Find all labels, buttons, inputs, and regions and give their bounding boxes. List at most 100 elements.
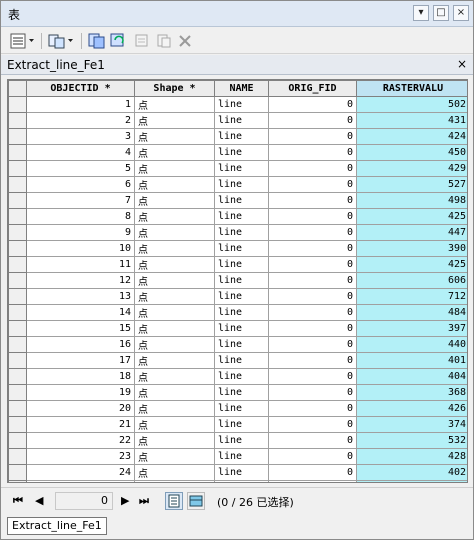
- cell-orig-fid[interactable]: 0: [268, 176, 357, 193]
- cell-objectid[interactable]: 7: [26, 192, 135, 209]
- table-row[interactable]: 25点line0429: [8, 480, 467, 482]
- close-icon[interactable]: ×: [457, 57, 467, 71]
- cell-shape[interactable]: 点: [134, 240, 215, 257]
- cell-objectid[interactable]: 2: [26, 112, 135, 129]
- cell-name[interactable]: line: [214, 416, 269, 433]
- row-selector[interactable]: [8, 448, 27, 465]
- cell-objectid[interactable]: 5: [26, 160, 135, 177]
- row-selector[interactable]: [8, 96, 27, 113]
- zoom-to-selected-icon[interactable]: [155, 32, 173, 50]
- current-record-field[interactable]: 0: [55, 492, 113, 510]
- cell-name[interactable]: line: [214, 320, 269, 337]
- cell-name[interactable]: line: [214, 208, 269, 225]
- close-icon[interactable]: ×: [453, 5, 469, 21]
- cell-rastervalu[interactable]: 397: [356, 320, 467, 337]
- table-row[interactable]: 11 点 line 0 425: [8, 256, 467, 273]
- cell-orig-fid[interactable]: 0: [268, 96, 357, 113]
- table-row[interactable]: 8 点 line 0 425: [8, 208, 467, 225]
- cell-objectid[interactable]: 10: [26, 240, 135, 257]
- cell-shape[interactable]: 点: [134, 224, 215, 241]
- table-row[interactable]: 17 点 line 0 401: [8, 352, 467, 369]
- table-tab-title[interactable]: Extract_line_Fe1: [7, 58, 105, 72]
- cell-objectid[interactable]: 20: [26, 400, 135, 417]
- cell-name[interactable]: line: [214, 176, 269, 193]
- cell-orig-fid[interactable]: 0: [268, 336, 357, 353]
- cell-orig-fid[interactable]: 0: [268, 320, 357, 337]
- row-selector[interactable]: [8, 160, 27, 177]
- row-selector[interactable]: [8, 240, 27, 257]
- cell-shape[interactable]: 点: [134, 480, 215, 482]
- cell-rastervalu[interactable]: 440: [356, 336, 467, 353]
- cell-objectid[interactable]: 21: [26, 416, 135, 433]
- cell-name[interactable]: line: [214, 480, 269, 482]
- cell-name[interactable]: line: [214, 336, 269, 353]
- cell-name[interactable]: line: [214, 432, 269, 449]
- row-selector[interactable]: [8, 224, 27, 241]
- table-row[interactable]: 19 点 line 0 368: [8, 384, 467, 401]
- cell-name[interactable]: line: [214, 240, 269, 257]
- row-selector[interactable]: [8, 272, 27, 289]
- cell-objectid[interactable]: 17: [26, 352, 135, 369]
- cell-orig-fid[interactable]: 0: [268, 144, 357, 161]
- cell-rastervalu[interactable]: 502: [356, 96, 467, 113]
- show-all-records-icon[interactable]: [165, 492, 183, 510]
- cell-orig-fid[interactable]: 0: [268, 304, 357, 321]
- cell-objectid[interactable]: 8: [26, 208, 135, 225]
- table-row[interactable]: 7 点 line 0 498: [8, 192, 467, 209]
- cell-name[interactable]: line: [214, 400, 269, 417]
- cell-shape[interactable]: 点: [134, 128, 215, 145]
- cell-orig-fid[interactable]: 0: [268, 448, 357, 465]
- cell-name[interactable]: line: [214, 160, 269, 177]
- row-selector[interactable]: [8, 256, 27, 273]
- cell-rastervalu[interactable]: 712: [356, 288, 467, 305]
- cell-shape[interactable]: 点: [134, 272, 215, 289]
- bottom-table-tab[interactable]: Extract_line_Fe1: [7, 517, 107, 535]
- cell-orig-fid[interactable]: 0: [268, 112, 357, 129]
- maximize-icon[interactable]: □: [433, 5, 449, 21]
- next-record-icon[interactable]: ▶: [121, 494, 129, 507]
- switch-selection-icon[interactable]: [109, 32, 129, 50]
- row-selector[interactable]: [8, 384, 27, 401]
- cell-rastervalu[interactable]: 447: [356, 224, 467, 241]
- cell-rastervalu[interactable]: 429: [356, 480, 467, 482]
- row-selector[interactable]: [8, 128, 27, 145]
- cell-objectid[interactable]: 19: [26, 384, 135, 401]
- cell-objectid[interactable]: 24: [26, 464, 135, 481]
- cell-rastervalu[interactable]: 429: [356, 160, 467, 177]
- cell-rastervalu[interactable]: 428: [356, 448, 467, 465]
- clear-selection-icon[interactable]: [133, 32, 151, 50]
- cell-name[interactable]: line: [214, 448, 269, 465]
- cell-orig-fid[interactable]: 0: [268, 352, 357, 369]
- row-selector[interactable]: [8, 480, 27, 482]
- cell-objectid[interactable]: 22: [26, 432, 135, 449]
- cell-rastervalu[interactable]: 425: [356, 256, 467, 273]
- row-selector[interactable]: [8, 208, 27, 225]
- cell-rastervalu[interactable]: 374: [356, 416, 467, 433]
- cell-shape[interactable]: 点: [134, 448, 215, 465]
- last-record-icon[interactable]: ⏭: [139, 494, 149, 508]
- cell-shape[interactable]: 点: [134, 304, 215, 321]
- cell-orig-fid[interactable]: 0: [268, 272, 357, 289]
- cell-shape[interactable]: 点: [134, 192, 215, 209]
- table-row[interactable]: 14 点 line 0 484: [8, 304, 467, 321]
- cell-objectid[interactable]: 18: [26, 368, 135, 385]
- cell-rastervalu[interactable]: 431: [356, 112, 467, 129]
- table-row[interactable]: 18 点 line 0 404: [8, 368, 467, 385]
- table-row[interactable]: 6 点 line 0 527: [8, 176, 467, 193]
- column-header-orig-fid[interactable]: ORIG_FID: [268, 80, 357, 97]
- cell-shape[interactable]: 点: [134, 416, 215, 433]
- cell-rastervalu[interactable]: 606: [356, 272, 467, 289]
- row-selector[interactable]: [8, 288, 27, 305]
- table-row[interactable]: 23 点 line 0 428: [8, 448, 467, 465]
- cell-orig-fid[interactable]: 0: [268, 480, 357, 482]
- cell-shape[interactable]: 点: [134, 384, 215, 401]
- cell-rastervalu[interactable]: 404: [356, 368, 467, 385]
- cell-rastervalu[interactable]: 426: [356, 400, 467, 417]
- first-record-icon[interactable]: ⏮: [13, 494, 23, 508]
- table-row[interactable]: 9 点 line 0 447: [8, 224, 467, 241]
- cell-shape[interactable]: 点: [134, 176, 215, 193]
- table-options-icon[interactable]: [9, 32, 37, 50]
- cell-shape[interactable]: 点: [134, 112, 215, 129]
- cell-rastervalu[interactable]: 368: [356, 384, 467, 401]
- cell-orig-fid[interactable]: 0: [268, 288, 357, 305]
